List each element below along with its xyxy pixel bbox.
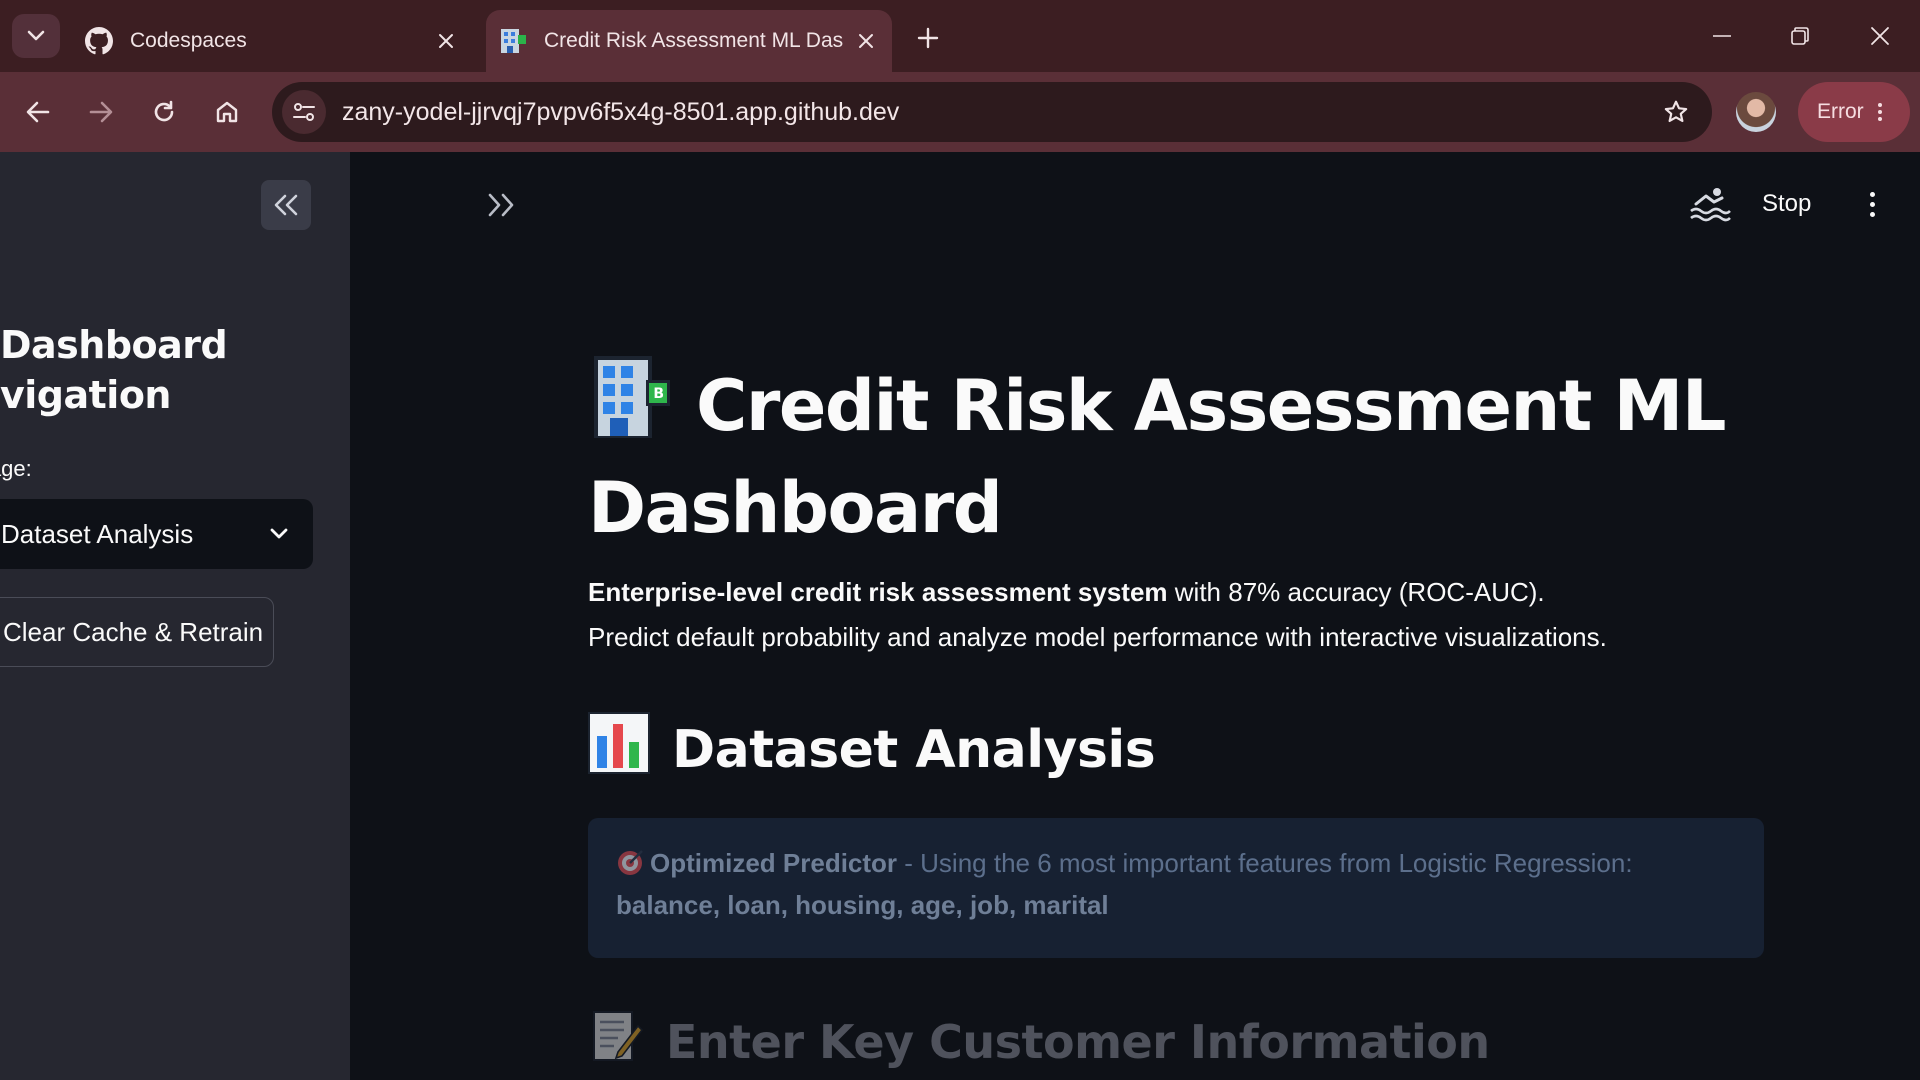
error-status-button[interactable]: Error [1798,82,1910,142]
info-line1: Optimized Predictor - Using the 6 most i… [616,842,1736,884]
close-window-button[interactable] [1856,14,1904,58]
arrow-left-icon [26,101,50,123]
minimize-button[interactable] [1698,14,1746,58]
back-button[interactable] [14,88,62,136]
double-chevron-right-icon[interactable] [484,190,520,220]
bank-building-icon: B [588,354,674,462]
sidebar: Dashboard vigation e a page: Dataset Ana… [0,152,350,1080]
profile-avatar[interactable] [1736,92,1776,132]
tab-credit-risk[interactable]: Credit Risk Assessment ML Das [486,10,892,72]
close-tab-button[interactable] [848,23,884,59]
page-select[interactable]: Dataset Analysis [0,499,313,569]
page-select-value: Dataset Analysis [1,518,194,549]
page-select-label: e a page: [0,456,32,481]
restore-button[interactable] [1776,14,1824,58]
collapse-sidebar-button[interactable] [261,180,311,230]
running-swimmer-icon [1690,188,1731,222]
info-text: - Using the 6 most important features fr… [897,848,1633,878]
bookmark-button[interactable] [1654,90,1698,134]
target-icon [618,850,643,875]
star-icon [1664,100,1688,123]
browser-tabstrip: Codespaces Credit Risk Assessment ML Das [0,0,1920,72]
sidebar-title: Dashboard vigation [0,320,302,420]
restore-icon [1791,27,1809,45]
info-callout: Optimized Predictor - Using the 6 most i… [588,818,1764,958]
more-vert-icon [1877,103,1882,121]
bar-chart-icon [588,712,650,787]
subsection-title-text: Enter Key Customer Information [666,1014,1490,1069]
home-icon [216,101,238,123]
reload-icon [154,100,174,122]
section-title: Dataset Analysis [588,712,1156,787]
intro-text: Enterprise-level credit risk assessment … [588,570,1728,660]
tab-search-button[interactable] [12,14,60,58]
site-info-button[interactable] [282,90,326,134]
close-icon [1871,27,1889,45]
home-button[interactable] [203,88,251,136]
intro-line1: Enterprise-level credit risk assessment … [588,570,1728,615]
arrow-right-icon [89,101,113,123]
forward-button[interactable] [77,88,125,136]
info-features-text: balance, loan, housing, age, job, marita… [616,890,1109,920]
info-features: balance, loan, housing, age, job, marita… [616,884,1736,926]
intro-line2: Predict default probability and analyze … [588,622,1607,652]
close-tab-button[interactable] [428,23,464,59]
double-chevron-left-icon [274,194,298,216]
minimize-icon [1713,35,1731,37]
info-bold: Optimized Predictor [650,848,898,878]
tab-title: Codespaces [130,29,247,52]
chevron-down-icon [270,528,288,539]
main-content: Stop B Credit Risk Assessment ML Dashboa… [350,152,1920,1080]
url-text[interactable]: zany-yodel-jjrvqj7pvpv6f5x4g-8501.app.gi… [342,98,1654,127]
reload-button[interactable] [140,88,188,136]
tab-title: Credit Risk Assessment ML Das [544,29,844,52]
section-title-text: Dataset Analysis [672,719,1156,780]
subsection-title: Enter Key Customer Information [588,1008,1490,1075]
bank-building-icon [498,26,528,56]
sidebar-title-line1: Dashboard [0,323,228,367]
github-icon [84,26,114,56]
plus-icon [917,27,939,49]
intro-rest: with 87% accuracy (ROC-AUC). [1167,577,1545,607]
chevron-down-icon [27,30,45,41]
close-icon [439,34,453,48]
close-icon [859,34,873,48]
address-bar[interactable]: zany-yodel-jjrvqj7pvpv6f5x4g-8501.app.gi… [272,82,1712,142]
sidebar-title-line2: vigation [0,373,172,417]
stop-button[interactable]: Stop [1762,190,1811,218]
svg-text:B: B [653,386,663,402]
clear-cache-retrain-button[interactable]: Clear Cache & Retrain [0,597,274,667]
tab-codespaces[interactable]: Codespaces [72,10,472,72]
browser-toolbar: zany-yodel-jjrvqj7pvpv6f5x4g-8501.app.gi… [0,72,1920,152]
error-label: Error [1817,100,1864,123]
main-menu-button[interactable] [1862,184,1882,224]
tune-icon [293,103,315,121]
memo-icon [588,1008,644,1075]
new-tab-button[interactable] [908,18,948,58]
page-title: B Credit Risk Assessment ML Dashboard [588,354,1728,554]
intro-bold: Enterprise-level credit risk assessment … [588,577,1168,607]
page-title-text: Credit Risk Assessment ML Dashboard [588,365,1726,549]
